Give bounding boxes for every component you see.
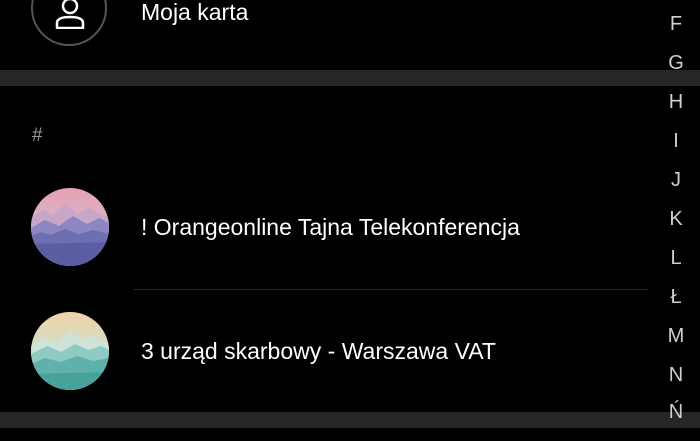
section-divider [0, 412, 700, 428]
index-letter[interactable]: I [654, 129, 698, 153]
index-letter[interactable]: J [654, 168, 698, 192]
index-letter[interactable]: L [654, 246, 698, 270]
index-letter[interactable]: Ń [654, 400, 698, 424]
list-divider [134, 289, 648, 290]
person-outline-icon [55, 0, 85, 29]
index-letter[interactable]: K [654, 207, 698, 231]
index-letter[interactable]: G [654, 51, 698, 75]
my-card-avatar [31, 0, 107, 46]
index-letter[interactable]: H [654, 90, 698, 114]
index-letter[interactable]: N [654, 363, 698, 387]
mountain-avatar-purple-icon [31, 188, 109, 266]
section-divider [0, 70, 700, 86]
index-letter[interactable]: F [654, 12, 698, 36]
contact-name: ! Orangeonline Tajna Telekonferencja [141, 214, 520, 240]
alphabet-index[interactable]: F G H I J K L Ł M N Ń [654, 4, 698, 440]
contact-name: 3 urząd skarbowy - Warszawa VAT [141, 338, 496, 364]
contacts-screen: Moja karta # ! Orangeonline Tajna Teleko… [0, 0, 700, 441]
index-letter[interactable]: M [654, 324, 698, 348]
my-card-label: Moja karta [141, 0, 249, 25]
contact-avatar [31, 188, 109, 266]
contact-list-item[interactable]: ! Orangeonline Tajna Telekonferencja [0, 178, 650, 278]
section-header: # [32, 125, 43, 146]
my-card-row[interactable]: Moja karta [0, 0, 650, 70]
contact-avatar [31, 312, 109, 390]
index-letter[interactable]: Ł [654, 285, 698, 309]
contact-list-item[interactable]: 3 urząd skarbowy - Warszawa VAT [0, 302, 650, 402]
mountain-avatar-teal-icon [31, 312, 109, 390]
